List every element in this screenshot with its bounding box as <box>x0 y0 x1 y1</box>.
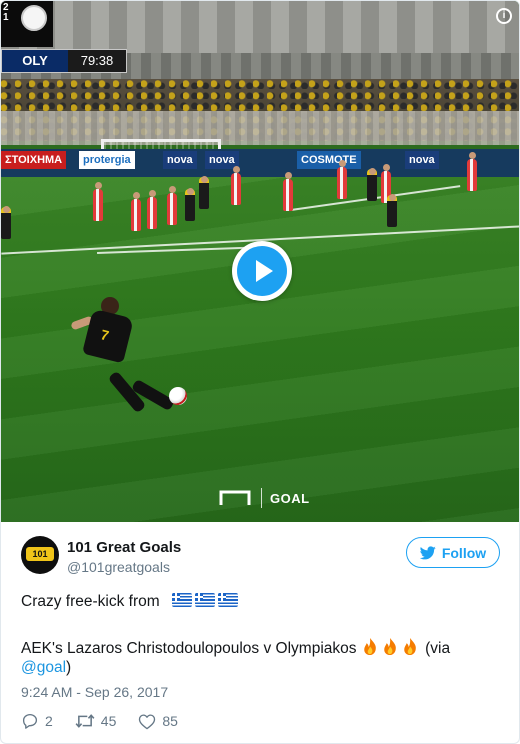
ad-board-cosmote: COSMOTE <box>297 151 361 169</box>
mention-link-goal[interactable]: @goal <box>21 659 66 676</box>
twitter-bird-icon <box>419 545 436 559</box>
author-handle[interactable]: @101greatgoals <box>67 559 170 575</box>
football <box>169 387 187 405</box>
follow-label: Follow <box>441 544 487 561</box>
player <box>185 188 195 221</box>
heart-icon <box>139 713 156 729</box>
player <box>147 190 157 229</box>
player <box>1 206 11 239</box>
team-clock-bar: OLY 79:38 <box>1 49 127 73</box>
player <box>283 172 293 211</box>
tweet-text: (via <box>425 640 451 657</box>
tweet-card: ΣΤΟΙΧΗΜΑ protergia nova nova COSMOTE nov… <box>0 0 520 744</box>
retweet-button[interactable]: 45 <box>75 712 117 730</box>
goal-watermark: GOAL <box>219 488 310 508</box>
player <box>93 182 103 221</box>
author-name[interactable]: 101 Great Goals <box>67 539 181 556</box>
goal-watermark-text: GOAL <box>270 490 310 506</box>
tweet-text-line-3: @goal) <box>21 659 71 677</box>
info-icon[interactable]: i <box>496 8 512 24</box>
fire-emoji-icon <box>364 637 376 656</box>
greek-flag-icon <box>194 593 215 607</box>
reply-count: 2 <box>45 713 53 729</box>
player <box>199 176 209 209</box>
player <box>387 194 397 227</box>
reply-button[interactable]: 2 <box>21 712 53 730</box>
retweet-count: 45 <box>100 713 117 729</box>
tweet-text-line-1: Crazy free-kick from <box>21 593 238 611</box>
tweet-actions: 2 45 85 <box>21 710 200 732</box>
ad-board-nova-1: nova <box>163 151 197 169</box>
play-icon <box>256 260 273 282</box>
match-clock: 79:38 <box>68 50 126 72</box>
avatar[interactable]: 101 <box>21 536 59 574</box>
avatar-logo: 101 <box>26 547 54 561</box>
player <box>337 160 347 199</box>
player <box>231 166 241 205</box>
player <box>367 168 377 201</box>
team-abbrev: OLY <box>2 50 68 72</box>
play-button[interactable] <box>232 241 292 301</box>
club-crest-icon <box>21 5 47 31</box>
tweet-text: ) <box>66 659 72 676</box>
retweet-icon <box>75 714 95 728</box>
score-panel: 21 <box>1 1 53 47</box>
ad-board-nova-3: nova <box>405 151 439 169</box>
kicker-player: 7 <box>70 297 135 381</box>
fire-emoji-icon <box>404 637 416 656</box>
fire-emoji-icon <box>384 637 396 656</box>
score-digits: 21 <box>3 2 9 23</box>
stadium-seats <box>1 111 519 145</box>
tweet-text: AEK's Lazaros Christodoulopoulos v Olymp… <box>21 640 357 657</box>
tweet-body: 101 101 Great Goals @101greatgoals Follo… <box>1 522 519 743</box>
like-button[interactable]: 85 <box>138 713 178 730</box>
ad-board-stoixima: ΣΤΟΙΧΗΜΑ <box>1 151 67 169</box>
follow-button[interactable]: Follow <box>406 537 500 568</box>
scoreboard: 21 OLY 79:38 <box>1 1 127 73</box>
player <box>467 152 477 191</box>
reply-icon <box>22 713 38 729</box>
ad-board-protergia: protergia <box>79 151 135 169</box>
greek-flag-icon <box>217 593 238 607</box>
tweet-text: Crazy free-kick from <box>21 593 160 610</box>
like-count: 85 <box>162 713 178 729</box>
video-player[interactable]: ΣΤΟΙΧΗΜΑ protergia nova nova COSMOTE nov… <box>1 1 519 522</box>
player <box>131 192 141 231</box>
tweet-timestamp[interactable]: 9:24 AM - Sep 26, 2017 <box>21 684 168 700</box>
greek-flag-icon <box>171 593 192 607</box>
tweet-text-line-2: AEK's Lazaros Christodoulopoulos v Olymp… <box>21 637 450 658</box>
goal-frame-icon <box>219 490 251 505</box>
player <box>167 186 177 225</box>
